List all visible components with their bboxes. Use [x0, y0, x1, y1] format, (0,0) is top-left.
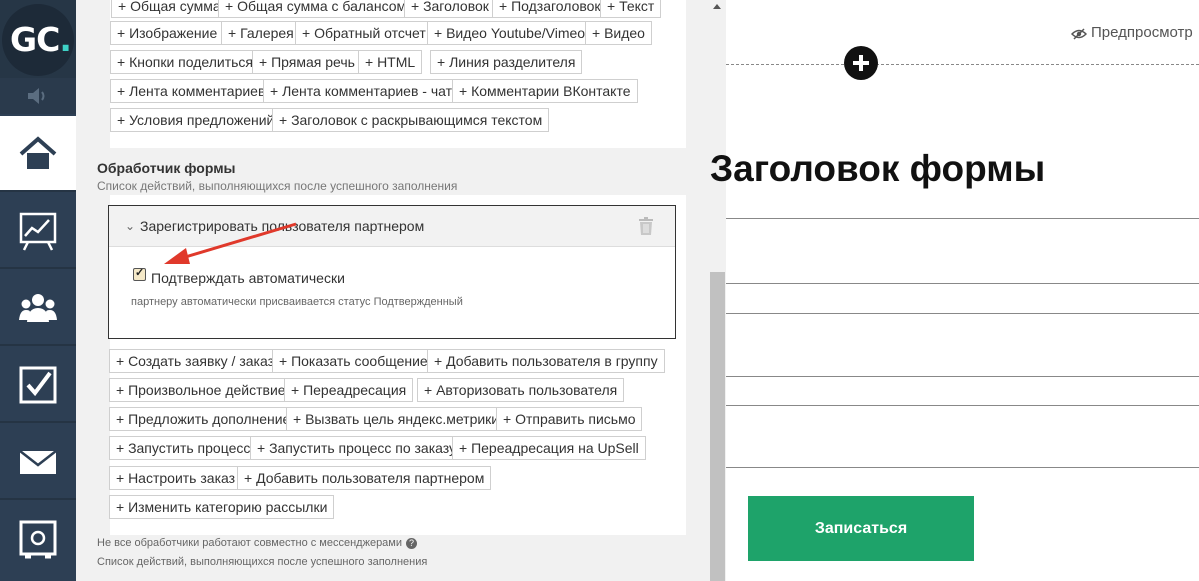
handler-subtitle: Список действий, выполняющихся после усп…	[97, 179, 458, 193]
add-vk-comments-button[interactable]: + Комментарии ВКонтакте	[452, 79, 638, 103]
form-field-line[interactable]	[726, 405, 1199, 406]
form-field-line[interactable]	[726, 313, 1199, 314]
form-field-line[interactable]	[726, 218, 1199, 219]
add-comments-button[interactable]: + Лента комментариев	[110, 79, 273, 103]
run-process-button[interactable]: + Запустить процесс	[109, 436, 258, 460]
add-heading-button[interactable]: + Заголовок	[404, 0, 496, 18]
change-mailing-category-button[interactable]: + Изменить категорию рассылки	[109, 495, 335, 519]
insert-line	[726, 64, 1199, 65]
yandex-goal-button[interactable]: + Вызвать цель яндекс.метрики	[286, 407, 507, 431]
auto-confirm-checkbox[interactable]: ✓	[133, 267, 146, 281]
tasks-icon	[19, 366, 57, 404]
custom-action-button[interactable]: + Произвольное действие	[109, 378, 293, 402]
main-nav: GC.	[0, 0, 76, 581]
logo[interactable]: GC.	[0, 0, 76, 78]
create-order-button[interactable]: + Создать заявку / заказ	[109, 349, 282, 373]
add-user-partner-button[interactable]: + Добавить пользователя партнером	[237, 466, 492, 490]
add-offer-terms-button[interactable]: + Условия предложений	[110, 108, 282, 132]
check-mark-icon: ✓	[135, 267, 145, 279]
chart-icon	[19, 212, 57, 251]
trash-icon[interactable]	[638, 217, 654, 235]
add-youtube-video-button[interactable]: + Видео Youtube/Vimeo	[427, 21, 593, 45]
settings-panel: + Общая сумма + Общая сумма с балансом +…	[76, 0, 726, 581]
submit-button[interactable]: Записаться	[748, 496, 974, 561]
run-order-process-button[interactable]: + Запустить процесс по заказу	[250, 436, 464, 460]
send-email-button[interactable]: + Отправить письмо	[496, 407, 643, 431]
blocks-card: + Общая сумма + Общая сумма с балансом +…	[110, 0, 686, 148]
add-quote-button[interactable]: + Прямая речь	[252, 50, 362, 74]
add-gallery-button[interactable]: + Галерея	[221, 21, 301, 45]
chevron-down-icon: ⌄	[125, 219, 136, 233]
form-field-line[interactable]	[726, 283, 1199, 284]
footer-subtitle: Список действий, выполняющихся после усп…	[97, 556, 428, 568]
safe-icon	[19, 520, 57, 559]
scroll-up-icon[interactable]	[713, 4, 721, 9]
messenger-note: Не все обработчики работают совместно с …	[97, 537, 418, 549]
help-icon[interactable]: ?	[406, 537, 418, 549]
redirect-upsell-button[interactable]: + Переадресация на UpSell	[452, 436, 646, 460]
add-countdown-button[interactable]: + Обратный отсчет	[295, 21, 433, 45]
add-total-button[interactable]: + Общая сумма	[111, 0, 228, 18]
form-preview: Предпросмотр Заголовок формы Записаться	[710, 0, 1199, 581]
form-field-line[interactable]	[726, 376, 1199, 377]
nav-home[interactable]	[0, 116, 76, 192]
home-icon	[19, 136, 57, 169]
nav-users[interactable]	[0, 270, 76, 346]
add-text-button[interactable]: + Текст	[600, 0, 662, 18]
configure-order-button[interactable]: + Настроить заказ	[109, 466, 243, 490]
add-block-icon[interactable]	[844, 46, 878, 80]
auto-confirm-hint: партнеру автоматически присваивается ста…	[131, 296, 463, 308]
speaker-icon	[28, 88, 45, 104]
offer-addon-button[interactable]: + Предложить дополнение	[109, 407, 298, 431]
logo-text: GC.	[10, 20, 72, 59]
add-subheading-button[interactable]: + Подзаголовок	[492, 0, 608, 18]
form-heading: Заголовок формы	[710, 148, 1046, 189]
handler-title: Обработчик формы	[97, 160, 236, 176]
redirect-button[interactable]: + Переадресация	[284, 378, 414, 402]
add-html-button[interactable]: + HTML	[358, 50, 423, 74]
nav-safe[interactable]	[0, 501, 76, 577]
panel-scrollbar[interactable]	[709, 0, 726, 581]
sound-toggle[interactable]	[0, 78, 76, 114]
annotation-arrow	[164, 222, 297, 264]
mail-icon	[19, 450, 57, 474]
nav-tasks[interactable]	[0, 347, 76, 423]
scroll-thumb[interactable]	[710, 272, 725, 581]
authorize-user-button[interactable]: + Авторизовать пользователя	[417, 378, 625, 402]
add-image-button[interactable]: + Изображение	[110, 21, 225, 45]
form-field-line[interactable]	[726, 467, 1199, 468]
add-share-buttons-button[interactable]: + Кнопки поделиться	[110, 50, 260, 74]
add-total-balance-button[interactable]: + Общая сумма с балансом	[218, 0, 414, 18]
preview-toggle[interactable]: Предпросмотр	[1091, 24, 1193, 41]
nav-mail[interactable]	[0, 424, 76, 500]
add-user-to-group-button[interactable]: + Добавить пользователя в группу	[427, 349, 665, 373]
nav-stats[interactable]	[0, 193, 76, 269]
add-collapsible-heading-button[interactable]: + Заголовок с раскрывающимся текстом	[272, 108, 550, 132]
add-comments-chat-button[interactable]: + Лента комментариев - чат	[263, 79, 460, 103]
eye-slash-icon	[1071, 28, 1087, 40]
users-icon	[19, 294, 57, 322]
add-video-button[interactable]: + Видео	[585, 21, 652, 45]
add-divider-button[interactable]: + Линия разделителя	[430, 50, 583, 74]
show-message-button[interactable]: + Показать сообщение	[272, 349, 435, 373]
